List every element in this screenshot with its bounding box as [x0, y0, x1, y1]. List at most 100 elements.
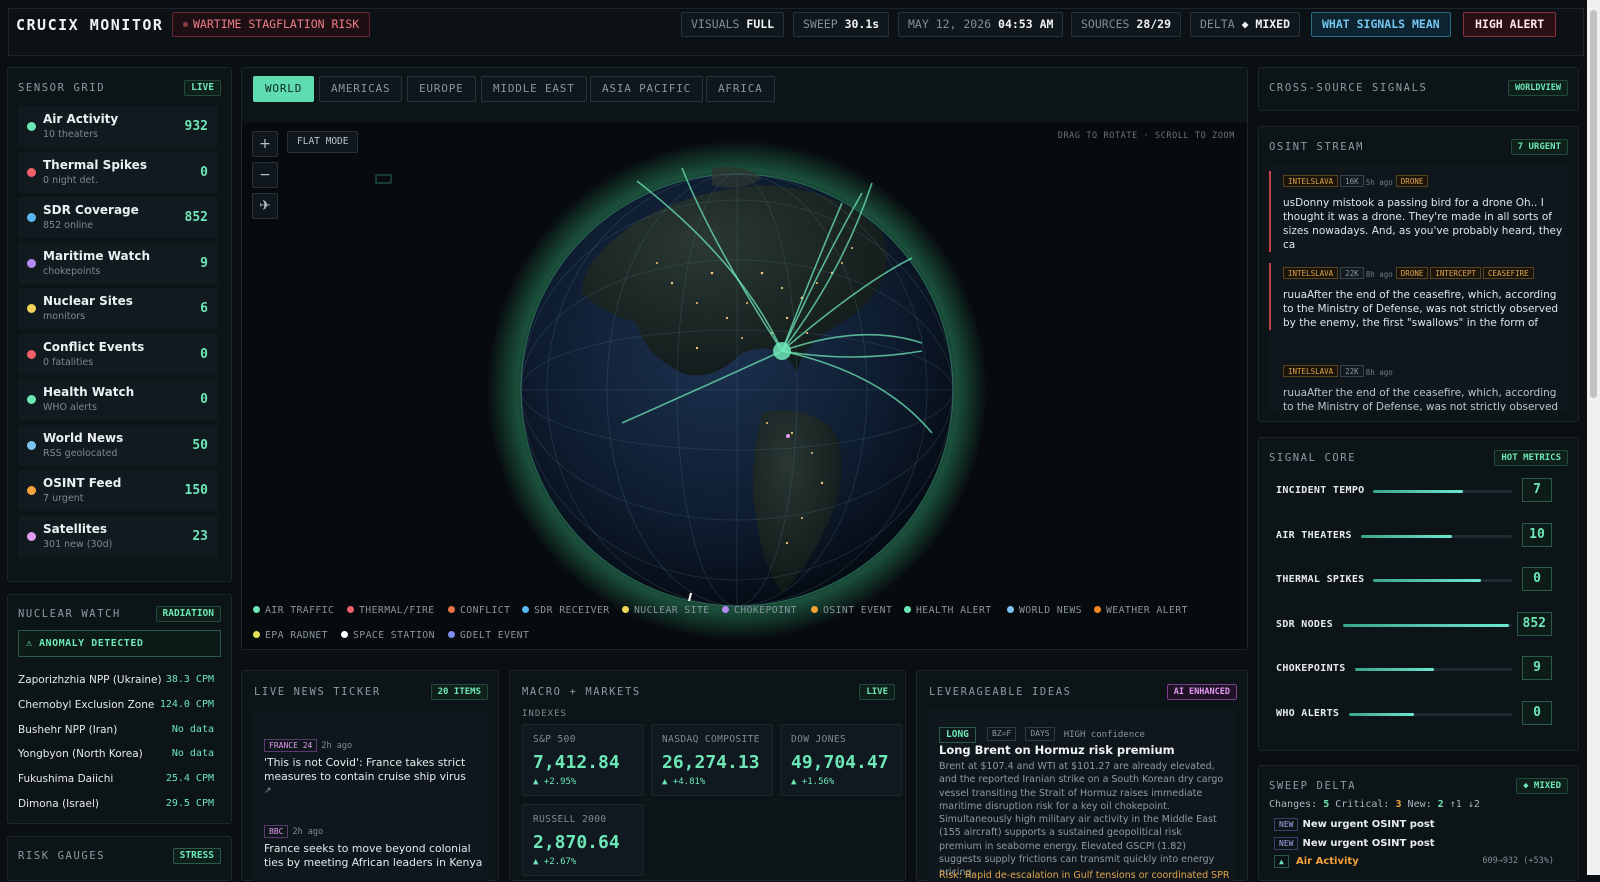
market-card[interactable]: RUSSELL 2000 2,870.64 ▲ +2.67%	[522, 804, 644, 876]
cross-source-title: CROSS-SOURCE SIGNALS	[1269, 82, 1428, 94]
idea-card[interactable]: LONG BZ=F DAYS HIGH confidence Long Bren…	[928, 709, 1235, 882]
sensor-name: Satellites	[43, 521, 107, 536]
legend-dot-icon	[448, 606, 455, 613]
market-value: 2,870.64	[533, 832, 620, 853]
status-dot-icon	[27, 395, 36, 404]
nuclear-site: Bushehr NPP (Iran)	[18, 723, 118, 736]
tab-americas[interactable]: AMERICAS	[319, 76, 403, 102]
osint-topic-tag: INTERCEPT	[1430, 267, 1482, 279]
news-item[interactable]: FRANCE 24 2h ago 'This is not Covid': Fran…	[264, 736, 484, 796]
air-hub-marker[interactable]	[773, 342, 791, 360]
market-card[interactable]: NASDAQ COMPOSITE 26,274.13 ▲ +4.81%	[651, 724, 773, 796]
idea-risk: Risk: Rapid de-escalation in Gulf tensio…	[939, 870, 1229, 881]
legend-label: GDELT EVENT	[460, 630, 530, 641]
signal-core-title: SIGNAL CORE	[1269, 452, 1357, 464]
status-dot-icon	[27, 304, 36, 313]
nuclear-row[interactable]: Yongbyon (North Korea) No data	[18, 748, 214, 760]
legend-dot-icon	[904, 606, 911, 613]
tab-europe[interactable]: EUROPE	[407, 76, 476, 102]
sensor-row[interactable]: Thermal Spikes 0 night det. 0	[18, 151, 218, 193]
legend-item: THERMAL/FIRE	[347, 605, 435, 616]
sensor-row[interactable]: Conflict Events 0 fatalities 0	[18, 333, 218, 375]
sensor-row[interactable]: Air Activity 10 theaters 932	[18, 106, 218, 147]
news-headline: 'This is not Covid': France takes strict…	[264, 756, 466, 783]
nuclear-reading: No data	[171, 723, 214, 735]
nuclear-row[interactable]: Bushehr NPP (Iran) No data	[18, 724, 214, 736]
osint-post[interactable]: INTELSLAVA 22K 8h ago ruuaAfter the end of …	[1269, 361, 1567, 411]
sensor-row[interactable]: Maritime Watch chokepoints 9	[18, 242, 218, 284]
osint-post-text: usDonny mistook a passing bird for a dro…	[1283, 197, 1563, 251]
delta-row[interactable]: NEW New urgent OSINT post	[1274, 837, 1564, 855]
page-scrollbar[interactable]	[1587, 0, 1600, 875]
market-card[interactable]: S&P 500 7,412.84 ▲ +2.95%	[522, 724, 644, 796]
tab-middle-east[interactable]: MIDDLE EAST	[481, 76, 587, 102]
zoom-out-button[interactable]: −	[252, 162, 278, 188]
visuals-toggle[interactable]: VISUALS FULL	[681, 12, 785, 37]
map-hint: DRAG TO ROTATE · SCROLL TO ZOOM	[1057, 131, 1235, 141]
idea-body: Brent at $107.4 and WTI at $101.27 are a…	[939, 761, 1224, 879]
legend-label: THERMAL/FIRE	[359, 605, 435, 616]
zoom-in-button[interactable]: +	[252, 131, 278, 157]
tab-asia-pacific[interactable]: ASIA PACIFIC	[590, 76, 704, 102]
status-dot-icon	[27, 349, 36, 359]
globe-viewport[interactable]	[242, 123, 1247, 649]
market-change: ▲ +4.81%	[662, 777, 706, 787]
sensor-row[interactable]: Satellites 301 new (30d) 23	[18, 515, 218, 557]
sweep-chip: SWEEP 30.1s	[793, 12, 890, 37]
sensor-row[interactable]: SDR Coverage 852 online 852	[18, 197, 218, 238]
cross-source-panel: CROSS-SOURCE SIGNALS WORLDVIEW	[1258, 67, 1579, 111]
anomaly-banner: ⚠ ANOMALY DETECTED	[18, 630, 221, 657]
nuclear-row[interactable]: Dimona (Israel) 29.5 CPM	[18, 798, 214, 810]
nuclear-reading: 29.5 CPM	[165, 798, 214, 809]
legend-label: CHOKEPOINT	[734, 605, 797, 616]
osint-feed[interactable]: INTELSLAVA 16K 5h ago DRONE usDonny mistook …	[1269, 165, 1567, 411]
satellite-marker[interactable]	[786, 434, 790, 438]
flat-mode-button[interactable]: FLAT MODE	[287, 131, 359, 153]
nuclear-row[interactable]: Zaporizhzhia NPP (Ukraine) 38.3 CPM	[18, 674, 214, 686]
markets-title: MACRO + MARKETS	[522, 686, 641, 698]
sensor-row[interactable]: OSINT Feed 7 urgent 150	[18, 470, 218, 511]
nuclear-watch-title: NUCLEAR WATCH	[18, 608, 121, 620]
osint-post[interactable]: INTELSLAVA 22K 8h ago DRONE INTERCEPT CEASEFI…	[1269, 263, 1567, 330]
osint-post[interactable]: INTELSLAVA 16K 5h ago DRONE usDonny mistook …	[1269, 171, 1567, 252]
sensor-value: 0	[200, 346, 208, 362]
nuclear-row[interactable]: Chernobyl Exclusion Zone 124.0 CPM	[18, 699, 214, 711]
legend-item: WORLD NEWS	[1007, 605, 1082, 616]
visuals-label: VISUALS	[691, 17, 740, 31]
down-count: ↓2	[1467, 799, 1480, 810]
plane-icon[interactable]: ✈	[252, 193, 278, 219]
worldview-badge[interactable]: WORLDVIEW	[1507, 80, 1568, 96]
legend-dot-icon	[522, 606, 529, 613]
news-headline: France seeks to move beyond colonial tie…	[264, 842, 483, 869]
nuclear-row[interactable]: Fukushima Daiichi 25.4 CPM	[18, 773, 214, 785]
market-card[interactable]: DOW JONES 49,704.47 ▲ +1.56%	[780, 724, 902, 796]
sensor-name: Air Activity	[43, 112, 119, 126]
what-signals-mean-button[interactable]: WHAT SIGNALS MEAN	[1311, 12, 1451, 37]
sensor-row[interactable]: Nuclear Sites monitors 6	[18, 288, 218, 329]
scrollbar-thumb[interactable]	[1590, 10, 1597, 398]
idea-direction: LONG	[939, 727, 976, 743]
news-item[interactable]: BBC 2h ago France seeks to move beyond col…	[264, 822, 484, 870]
sensor-row[interactable]: Health Watch WHO alerts 0	[18, 379, 218, 420]
stress-badge: STRESS	[172, 848, 221, 864]
legend-label: OSINT EVENT	[823, 605, 893, 616]
tab-world[interactable]: WORLD	[253, 76, 315, 102]
legend-label: WEATHER ALERT	[1106, 605, 1188, 616]
legend-label: CONFLICT	[460, 605, 511, 616]
status-dot-icon	[27, 122, 36, 131]
sensor-row[interactable]: World News RSS geolocated 50	[18, 424, 218, 466]
delta-row[interactable]: NEW New urgent OSINT post	[1274, 818, 1564, 836]
delta-chip: DELTA ◆ MIXED	[1190, 12, 1301, 37]
external-link-icon[interactable]: ↗	[264, 786, 484, 796]
market-label: NASDAQ COMPOSITE	[662, 734, 760, 745]
risk-badge[interactable]: WARTIME STAGFLATION RISK	[172, 12, 371, 37]
high-alert-button[interactable]: HIGH ALERT	[1463, 12, 1557, 37]
tab-africa[interactable]: AFRICA	[706, 76, 775, 102]
sensor-sub: 0 fatalities	[43, 356, 94, 368]
metric-label: AIR THEATERS	[1276, 529, 1352, 541]
idea-horizon: DAYS	[1025, 727, 1055, 741]
osint-post-meta: INTELSLAVA 16K 5h ago DRONE	[1283, 171, 1567, 192]
urgent-badge: 7 URGENT	[1510, 139, 1568, 155]
sensor-sub: 0 night det.	[43, 174, 99, 186]
sensor-sub: 301 new (30d)	[43, 538, 113, 550]
